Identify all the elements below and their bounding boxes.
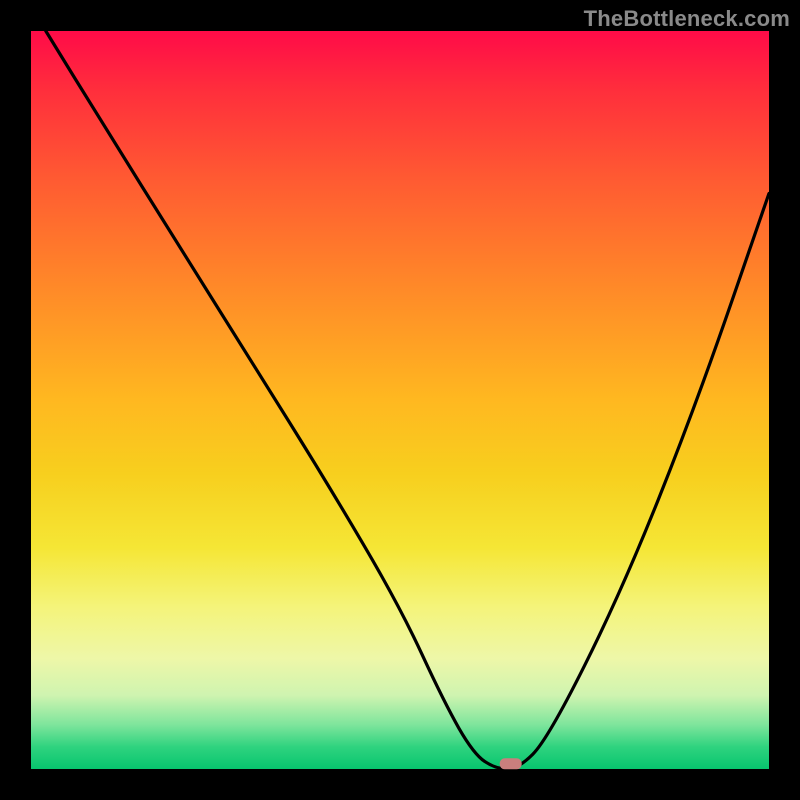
watermark-text: TheBottleneck.com (584, 6, 790, 32)
plot-area (31, 31, 769, 769)
bottleneck-curve (46, 31, 769, 769)
chart-frame: TheBottleneck.com (0, 0, 800, 800)
optimum-marker (500, 758, 522, 769)
curve-svg (31, 31, 769, 769)
